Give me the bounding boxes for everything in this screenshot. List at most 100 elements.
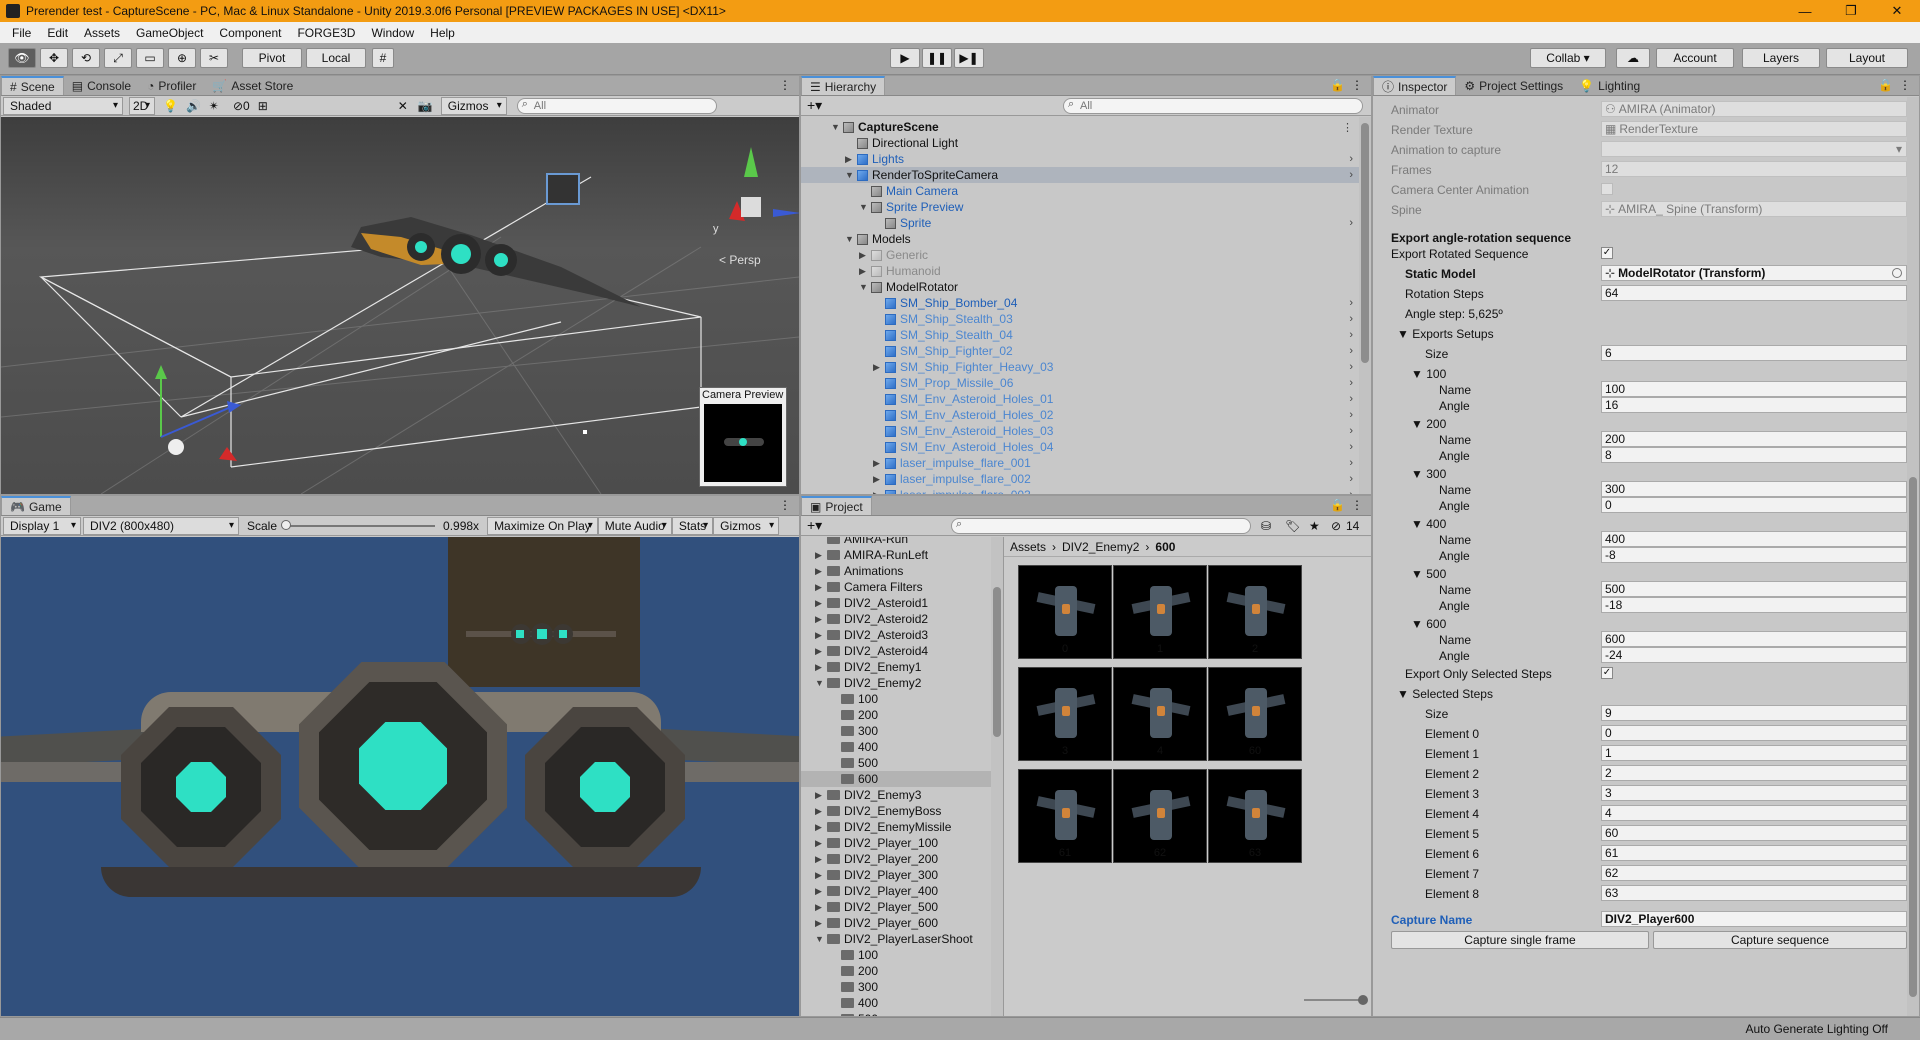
open-prefab-icon[interactable]: ›: [1349, 457, 1353, 469]
project-folder-item[interactable]: 500: [801, 755, 991, 771]
exports-size-field[interactable]: 6: [1601, 345, 1907, 361]
project-folder-item[interactable]: 500: [801, 1011, 991, 1016]
project-folder-item[interactable]: ▶ DIV2_Asteroid1: [801, 595, 991, 611]
element-field[interactable]: 2: [1601, 765, 1907, 781]
foldout-arrow-icon[interactable]: ▶: [873, 474, 885, 485]
project-folder-item[interactable]: 300: [801, 979, 991, 995]
project-folder-item[interactable]: 600: [801, 771, 991, 787]
hidden-packages-icon[interactable]: ⊘: [1331, 519, 1341, 533]
scene-search-input[interactable]: All: [516, 97, 717, 114]
setup-foldout[interactable]: ▼ 200: [1411, 417, 1446, 431]
project-folder-item[interactable]: 200: [801, 963, 991, 979]
project-folder-item[interactable]: ▶ DIV2_Asteroid3: [801, 627, 991, 643]
grid-toggle-icon[interactable]: ⊞: [258, 99, 268, 113]
pivot-button[interactable]: Pivot: [242, 48, 302, 68]
scene-viewport[interactable]: y < Persp Camera Preview: [1, 117, 799, 494]
menu-edit[interactable]: Edit: [39, 26, 76, 40]
project-folder-item[interactable]: ▼ DIV2_Enemy2: [801, 675, 991, 691]
hierarchy-item[interactable]: SM_Env_Asteroid_Holes_04 ›: [801, 439, 1361, 455]
play-button[interactable]: ▶: [890, 48, 920, 68]
foldout-arrow-icon[interactable]: ▶: [815, 598, 827, 609]
setup-angle-field[interactable]: 16: [1601, 397, 1907, 413]
custom-tool-icon[interactable]: ✂: [200, 48, 228, 68]
element-field[interactable]: 61: [1601, 845, 1907, 861]
menu-component[interactable]: Component: [211, 26, 289, 40]
export-only-checkbox[interactable]: ✓: [1601, 667, 1613, 679]
setup-foldout[interactable]: ▼ 500: [1411, 567, 1446, 581]
favorite-icon[interactable]: ★: [1309, 519, 1320, 533]
foldout-arrow-icon[interactable]: ▶: [815, 646, 827, 657]
tab-project[interactable]: ▣ Project: [801, 496, 872, 515]
hierarchy-item[interactable]: ▶ SM_Ship_Fighter_Heavy_03 ›: [801, 359, 1361, 375]
setup-name-field[interactable]: 100: [1601, 381, 1907, 397]
foldout-arrow-icon[interactable]: ▶: [815, 582, 827, 593]
foldout-arrow-icon[interactable]: ▶: [873, 362, 885, 373]
hierarchy-search-input[interactable]: All: [1063, 97, 1363, 114]
project-folder-item[interactable]: ▶ AMIRA-RunLeft: [801, 547, 991, 563]
lock-icon[interactable]: 🔒: [1330, 498, 1345, 512]
foldout-arrow-icon[interactable]: ▼: [845, 234, 857, 244]
open-prefab-icon[interactable]: ›: [1349, 217, 1353, 229]
foldout-arrow-icon[interactable]: ▼: [845, 170, 857, 180]
panel-menu-icon[interactable]: ⋮: [1351, 78, 1363, 92]
hierarchy-item[interactable]: SM_Env_Asteroid_Holes_01 ›: [801, 391, 1361, 407]
render-texture-field[interactable]: ▦ RenderTexture: [1601, 121, 1907, 137]
menu-help[interactable]: Help: [422, 26, 463, 40]
filter-type-icon[interactable]: ⛁: [1261, 519, 1271, 533]
resolution-dropdown[interactable]: DIV2 (800x480): [83, 516, 239, 535]
hand-tool-icon[interactable]: 👁: [8, 48, 36, 68]
capture-single-frame-button[interactable]: Capture single frame: [1391, 931, 1649, 949]
setup-angle-field[interactable]: -18: [1601, 597, 1907, 613]
project-folder-item[interactable]: ▶ DIV2_Player_300: [801, 867, 991, 883]
tab-console[interactable]: ▤ Console: [64, 76, 139, 95]
animator-field[interactable]: ⚇ AMIRA (Animator): [1601, 101, 1907, 117]
menu-forge3d[interactable]: FORGE3D: [289, 26, 363, 40]
foldout-arrow-icon[interactable]: ▶: [815, 918, 827, 929]
collab-button[interactable]: Collab ▾: [1530, 48, 1606, 68]
game-gizmos-dropdown[interactable]: Gizmos: [713, 516, 780, 535]
foldout-arrow-icon[interactable]: ▶: [815, 838, 827, 849]
audio-toggle-icon[interactable]: 🔊: [186, 99, 201, 113]
rect-tool-icon[interactable]: ▭: [136, 48, 164, 68]
game-viewport[interactable]: [1, 537, 799, 1016]
project-folder-item[interactable]: ▶ DIV2_Enemy3: [801, 787, 991, 803]
hierarchy-item[interactable]: ▼ ModelRotator: [801, 279, 1361, 295]
export-rotated-checkbox[interactable]: ✓: [1601, 247, 1613, 259]
inspector-scroll-thumb[interactable]: [1909, 477, 1917, 997]
foldout-arrow-icon[interactable]: ▼: [815, 678, 827, 688]
layers-dropdown[interactable]: Layers: [1742, 48, 1820, 68]
foldout-arrow-icon[interactable]: ▼: [859, 202, 871, 212]
project-search-input[interactable]: [951, 517, 1251, 534]
setup-name-field[interactable]: 200: [1601, 431, 1907, 447]
shading-mode-dropdown[interactable]: Shaded: [3, 96, 123, 115]
lighting-status[interactable]: Auto Generate Lighting Off: [1745, 1022, 1888, 1036]
project-folder-item[interactable]: 300: [801, 723, 991, 739]
foldout-arrow-icon[interactable]: ▶: [815, 566, 827, 577]
open-prefab-icon[interactable]: ›: [1349, 361, 1353, 373]
project-folder-item[interactable]: 100: [801, 947, 991, 963]
pause-button[interactable]: ❚❚: [922, 48, 952, 68]
thumbnail-size-handle[interactable]: [1358, 995, 1368, 1005]
element-field[interactable]: 1: [1601, 745, 1907, 761]
open-prefab-icon[interactable]: ›: [1349, 153, 1353, 165]
tab-lighting[interactable]: 💡 Lighting: [1571, 76, 1648, 95]
tab-profiler[interactable]: ◔ Profiler: [139, 76, 204, 95]
stats-toggle[interactable]: Stats: [671, 516, 714, 535]
mute-audio-toggle[interactable]: Mute Audio: [597, 516, 672, 535]
persp-label[interactable]: < Persp: [719, 253, 761, 267]
hierarchy-item[interactable]: SM_Env_Asteroid_Holes_03 ›: [801, 423, 1361, 439]
step-button[interactable]: ▶❚: [954, 48, 984, 68]
open-prefab-icon[interactable]: ›: [1349, 377, 1353, 389]
foldout-arrow-icon[interactable]: ▶: [815, 630, 827, 641]
hierarchy-scroll-thumb[interactable]: [1361, 123, 1369, 363]
rotation-steps-field[interactable]: 64: [1601, 285, 1907, 301]
setup-angle-field[interactable]: 0: [1601, 497, 1907, 513]
setup-angle-field[interactable]: -8: [1601, 547, 1907, 563]
rotate-tool-icon[interactable]: ⟲: [72, 48, 100, 68]
project-folder-item[interactable]: ▶ DIV2_Enemy1: [801, 659, 991, 675]
add-object-button[interactable]: +▾: [807, 97, 822, 114]
setup-foldout[interactable]: ▼ 400: [1411, 517, 1446, 531]
create-asset-button[interactable]: +▾: [807, 517, 822, 534]
gizmos-dropdown[interactable]: Gizmos: [440, 96, 507, 115]
minimize-button[interactable]: —: [1782, 0, 1828, 22]
